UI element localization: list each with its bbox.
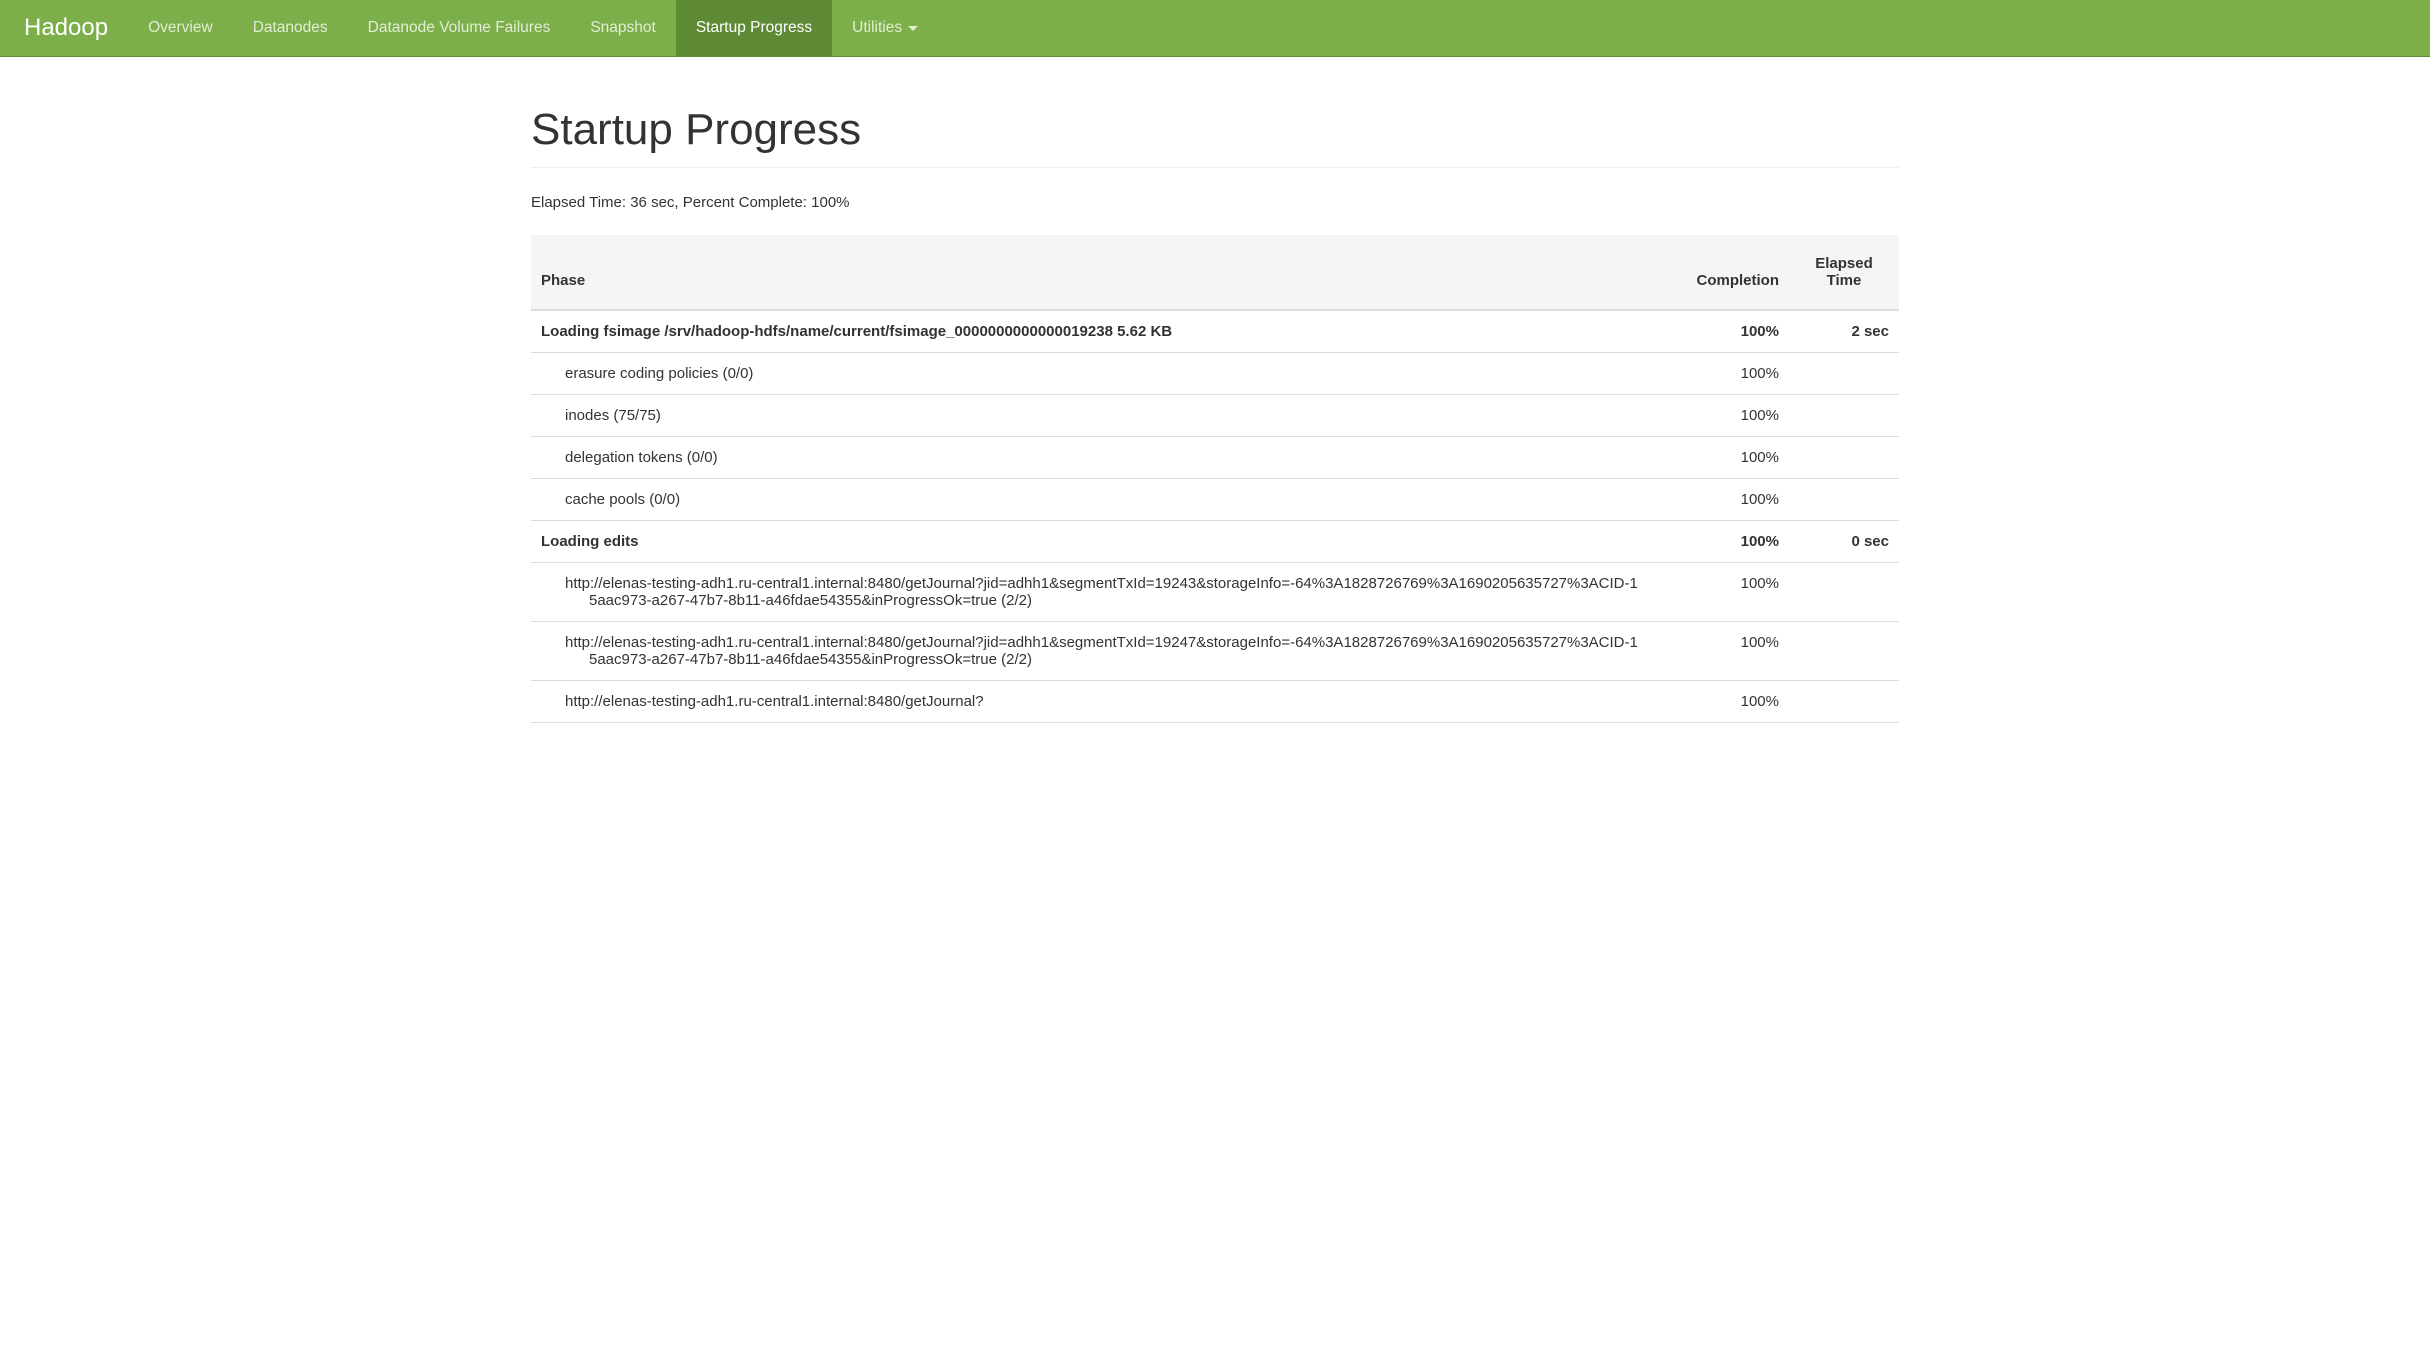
cell-completion: 100% [1649, 563, 1789, 622]
cell-phase: http://elenas-testing-adh1.ru-central1.i… [531, 622, 1649, 681]
nav-item-datanode-volume-failures: Datanode Volume Failures [348, 0, 571, 56]
cell-completion: 100% [1649, 310, 1789, 353]
table-row: erasure coding policies (0/0)100% [531, 353, 1899, 395]
nav-item-utilities: Utilities [832, 0, 938, 56]
cell-elapsed [1789, 479, 1899, 521]
nav-item-datanodes: Datanodes [233, 0, 348, 56]
cell-elapsed [1789, 622, 1899, 681]
nav-link-utilities[interactable]: Utilities [832, 0, 938, 56]
cell-phase: Loading edits [531, 521, 1649, 563]
page-header: Startup Progress [531, 57, 1899, 168]
nav-link-utilities-label: Utilities [852, 19, 902, 37]
table-row: Loading edits100%0 sec [531, 521, 1899, 563]
cell-elapsed [1789, 437, 1899, 479]
cell-phase: delegation tokens (0/0) [531, 437, 1649, 479]
table-row: http://elenas-testing-adh1.ru-central1.i… [531, 622, 1899, 681]
cell-completion: 100% [1649, 437, 1789, 479]
header-phase: Phase [531, 235, 1649, 310]
table-row: inodes (75/75)100% [531, 395, 1899, 437]
nav-link-datanode-volume-failures[interactable]: Datanode Volume Failures [348, 0, 571, 56]
page-title: Startup Progress [531, 105, 1899, 155]
cell-elapsed: 2 sec [1789, 310, 1899, 353]
table-row: delegation tokens (0/0)100% [531, 437, 1899, 479]
nav-item-snapshot: Snapshot [570, 0, 676, 56]
cell-elapsed [1789, 681, 1899, 723]
cell-elapsed [1789, 563, 1899, 622]
cell-phase: Loading fsimage /srv/hadoop-hdfs/name/cu… [531, 310, 1649, 353]
progress-table: Phase Completion Elapsed Time Loading fs… [531, 235, 1899, 723]
navbar: Hadoop Overview Datanodes Datanode Volum… [0, 0, 2430, 57]
table-row: Loading fsimage /srv/hadoop-hdfs/name/cu… [531, 310, 1899, 353]
nav-link-overview[interactable]: Overview [128, 0, 233, 56]
nav-item-overview: Overview [128, 0, 233, 56]
cell-completion: 100% [1649, 622, 1789, 681]
header-elapsed: Elapsed Time [1789, 235, 1899, 310]
cell-completion: 100% [1649, 353, 1789, 395]
main-container: Startup Progress Elapsed Time: 36 sec, P… [515, 57, 1915, 723]
nav-list: Overview Datanodes Datanode Volume Failu… [128, 0, 938, 56]
nav-item-startup-progress: Startup Progress [676, 0, 832, 56]
caret-down-icon [908, 26, 918, 31]
table-row: http://elenas-testing-adh1.ru-central1.i… [531, 681, 1899, 723]
table-row: http://elenas-testing-adh1.ru-central1.i… [531, 563, 1899, 622]
cell-completion: 100% [1649, 521, 1789, 563]
table-body: Loading fsimage /srv/hadoop-hdfs/name/cu… [531, 310, 1899, 723]
nav-link-snapshot[interactable]: Snapshot [570, 0, 676, 56]
cell-elapsed [1789, 353, 1899, 395]
cell-elapsed: 0 sec [1789, 521, 1899, 563]
cell-phase: cache pools (0/0) [531, 479, 1649, 521]
header-row: Phase Completion Elapsed Time [531, 235, 1899, 310]
status-line: Elapsed Time: 36 sec, Percent Complete: … [531, 194, 1899, 211]
cell-phase: http://elenas-testing-adh1.ru-central1.i… [531, 681, 1649, 723]
table-row: cache pools (0/0)100% [531, 479, 1899, 521]
cell-completion: 100% [1649, 479, 1789, 521]
cell-elapsed [1789, 395, 1899, 437]
cell-phase: http://elenas-testing-adh1.ru-central1.i… [531, 563, 1649, 622]
cell-phase: erasure coding policies (0/0) [531, 353, 1649, 395]
brand-link[interactable]: Hadoop [16, 0, 128, 56]
cell-completion: 100% [1649, 681, 1789, 723]
cell-phase: inodes (75/75) [531, 395, 1649, 437]
nav-link-startup-progress[interactable]: Startup Progress [676, 0, 832, 56]
nav-link-datanodes[interactable]: Datanodes [233, 0, 348, 56]
header-completion: Completion [1649, 235, 1789, 310]
cell-completion: 100% [1649, 395, 1789, 437]
